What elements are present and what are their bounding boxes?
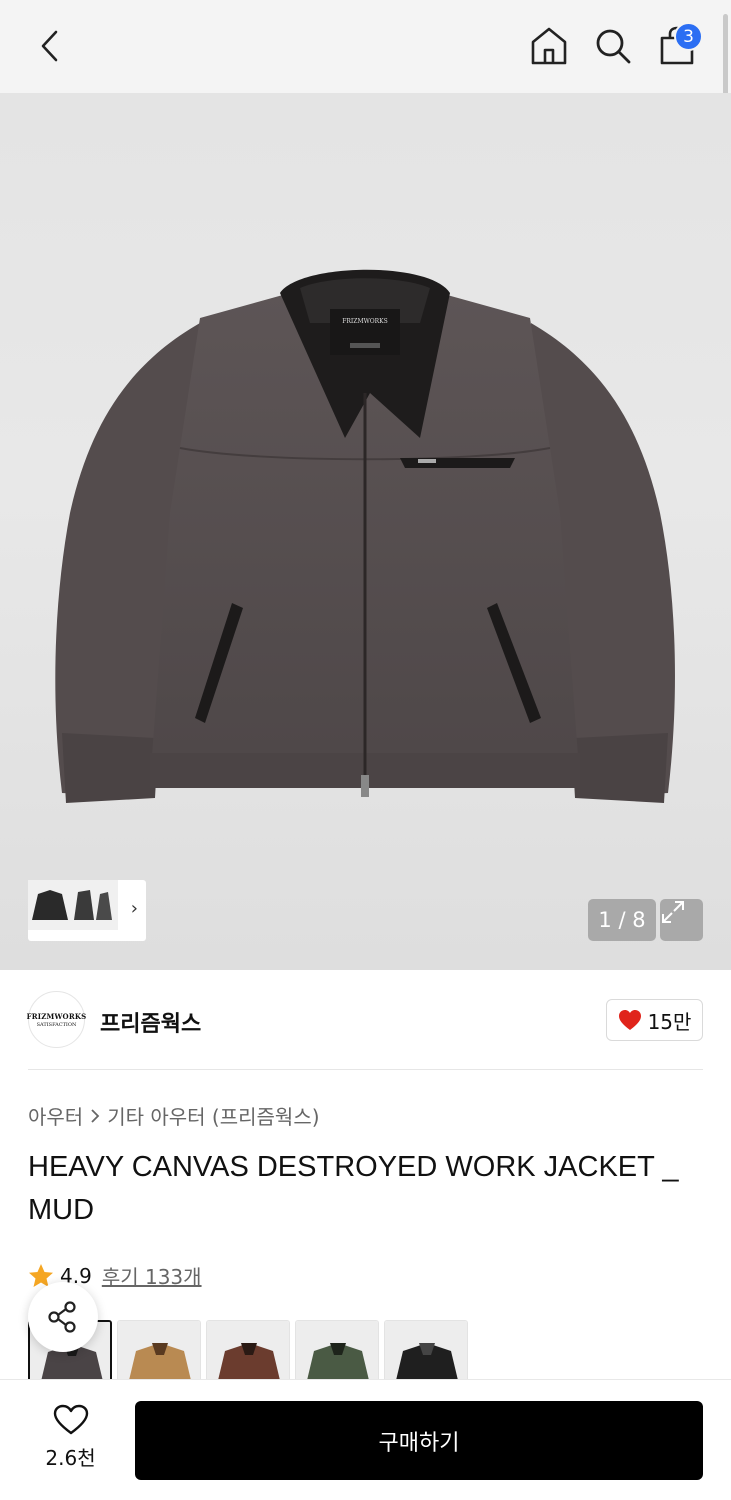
brand-like-button[interactable]: 15만 <box>606 999 703 1041</box>
share-icon <box>48 1301 76 1333</box>
brand-logo-subtext: SATISFACTION <box>36 1021 77 1028</box>
image-counter: 1 / 8 <box>588 899 656 941</box>
brand-row: FRIZMWORKS SATISFACTION 프리즘웍스 15만 <box>0 970 731 1070</box>
search-button[interactable] <box>593 24 633 68</box>
bottom-action-bar: 2.6천 구매하기 <box>0 1379 731 1500</box>
chevron-right-icon <box>91 1108 100 1123</box>
brand-name[interactable]: 프리즘웍스 <box>100 1006 201 1038</box>
back-button[interactable] <box>30 26 70 66</box>
expand-button[interactable] <box>660 899 703 941</box>
jacket-image: FRIZMWORKS <box>55 269 675 803</box>
brand-logo[interactable]: FRIZMWORKS SATISFACTION <box>26 991 87 1048</box>
breadcrumb: 아우터 기타 아우터 (프리즘웍스) <box>28 1101 320 1130</box>
wishlist-count: 2.6천 <box>45 1446 96 1470</box>
reviews-link[interactable]: 후기 133개 <box>102 1261 202 1290</box>
product-image-gallery[interactable]: FRIZMWORKS › 1 / 8 <box>0 93 731 970</box>
home-icon <box>531 27 567 65</box>
buy-button[interactable]: 구매하기 <box>135 1401 703 1480</box>
chevron-right-icon: › <box>130 898 138 919</box>
chevron-left-icon <box>41 30 58 62</box>
scrollbar[interactable] <box>723 14 728 104</box>
svg-text:FRIZMWORKS: FRIZMWORKS <box>342 318 388 325</box>
search-icon <box>596 29 631 64</box>
thumbnail-image <box>28 880 118 930</box>
heart-filled-icon <box>618 1010 641 1030</box>
top-app-bar: 3 <box>0 0 731 104</box>
breadcrumb-category[interactable]: 아우터 <box>28 1101 83 1130</box>
expand-icon <box>662 901 684 923</box>
breadcrumb-subcategory[interactable]: 기타 아우터 (프리즘웍스) <box>107 1101 319 1130</box>
wishlist-button[interactable]: 2.6천 <box>28 1404 113 1474</box>
cart-count-badge: 3 <box>674 22 703 51</box>
divider <box>28 1069 703 1070</box>
heart-outline-icon <box>53 1404 88 1435</box>
brand-logo-text: FRIZMWORKS <box>26 1011 87 1021</box>
thumbnail-strip[interactable]: › <box>28 880 146 941</box>
brand-like-count: 15만 <box>647 1009 692 1034</box>
home-button[interactable] <box>529 24 569 68</box>
share-button[interactable] <box>28 1282 98 1352</box>
product-title: HEAVY CANVAS DESTROYED WORK JACKET _ MUD <box>28 1151 679 1226</box>
